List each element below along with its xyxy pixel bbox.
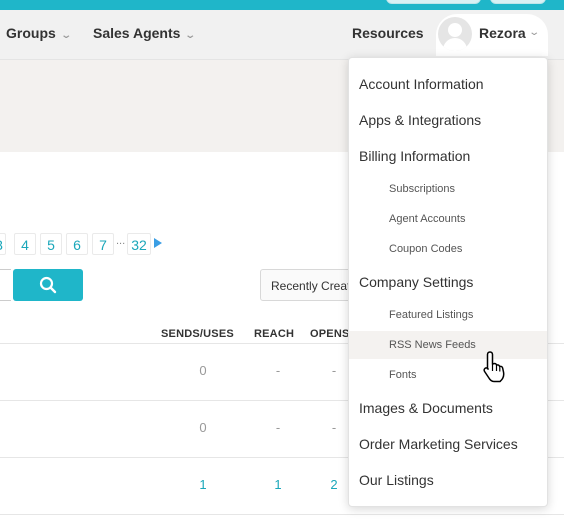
cell-opens: - xyxy=(331,363,337,378)
page-ellipsis: ... xyxy=(116,235,126,247)
menu-featured-listings[interactable]: Featured Listings xyxy=(349,301,547,329)
main-navbar: Groups ⌄ Sales Agents ⌄ Resources Rezora ⌄ xyxy=(0,10,564,60)
menu-company-settings[interactable]: Company Settings xyxy=(349,268,547,296)
nav-sales-agents-label: Sales Agents xyxy=(93,25,181,41)
user-dropdown-menu: Account Information Apps & Integrations … xyxy=(348,57,548,507)
cell-sends[interactable]: 1 xyxy=(188,477,218,492)
menu-our-listings[interactable]: Our Listings xyxy=(349,466,547,494)
cell-opens[interactable]: 2 xyxy=(319,477,349,492)
chevron-down-icon: ⌄ xyxy=(184,30,197,41)
chevron-down-icon: ⌄ xyxy=(528,27,541,38)
menu-images-documents[interactable]: Images & Documents xyxy=(349,394,547,422)
nav-groups[interactable]: Groups ⌄ xyxy=(6,25,72,41)
user-avatar-icon xyxy=(438,17,472,51)
cell-reach: - xyxy=(275,363,281,378)
cell-reach[interactable]: 1 xyxy=(263,477,293,492)
search-button[interactable] xyxy=(13,269,83,301)
cell-sends: 0 xyxy=(199,420,207,435)
top-bar-button[interactable] xyxy=(386,0,481,4)
cell-reach: - xyxy=(275,420,281,435)
column-header-reach[interactable]: REACH xyxy=(254,328,294,340)
page-link[interactable]: 7 xyxy=(92,233,114,255)
triangle-right-icon[interactable] xyxy=(154,238,162,248)
cell-sends: 0 xyxy=(199,363,207,378)
top-accent-bar xyxy=(0,0,564,10)
page-link-last[interactable]: 32 xyxy=(127,233,151,255)
hand-pointer-icon xyxy=(483,351,505,383)
menu-billing-information[interactable]: Billing Information xyxy=(349,142,547,170)
page-link[interactable]: 3 xyxy=(0,233,6,255)
page-link[interactable]: 4 xyxy=(14,233,36,255)
menu-agent-accounts[interactable]: Agent Accounts xyxy=(349,205,547,233)
menu-subscriptions[interactable]: Subscriptions xyxy=(349,175,547,203)
nav-groups-label: Groups xyxy=(6,25,56,41)
chevron-down-icon: ⌄ xyxy=(60,30,72,41)
menu-apps-integrations[interactable]: Apps & Integrations xyxy=(349,106,547,134)
nav-resources[interactable]: Resources xyxy=(352,25,424,41)
nav-resources-label: Resources xyxy=(352,25,424,41)
user-menu-toggle[interactable]: Rezora ⌄ xyxy=(436,14,548,56)
menu-fonts[interactable]: Fonts xyxy=(349,361,547,389)
top-bar-button[interactable] xyxy=(490,0,546,4)
page-link[interactable]: 6 xyxy=(66,233,88,255)
search-icon xyxy=(39,276,57,294)
nav-sales-agents[interactable]: Sales Agents ⌄ xyxy=(93,25,197,41)
menu-order-marketing-services[interactable]: Order Marketing Services xyxy=(349,430,547,458)
menu-account-information[interactable]: Account Information xyxy=(349,70,547,98)
cell-opens: - xyxy=(331,420,337,435)
user-name: Rezora xyxy=(479,25,526,41)
search-input[interactable] xyxy=(0,269,11,301)
page-link[interactable]: 5 xyxy=(40,233,62,255)
menu-coupon-codes[interactable]: Coupon Codes xyxy=(349,235,547,263)
column-header-opens[interactable]: OPENS xyxy=(310,328,350,340)
table-divider xyxy=(0,514,564,515)
menu-rss-news-feeds[interactable]: RSS News Feeds xyxy=(349,331,547,359)
column-header-sends[interactable]: SENDS/USES xyxy=(161,328,234,340)
